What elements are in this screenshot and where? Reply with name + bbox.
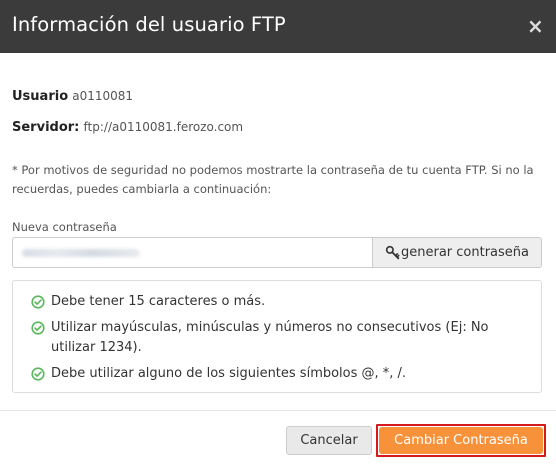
new-password-label: Nueva contraseña — [12, 220, 117, 234]
password-rule-text: Debe utilizar alguno de los siguientes s… — [51, 366, 407, 381]
security-note: * Por motivos de seguridad no podemos mo… — [12, 163, 534, 196]
cancel-button[interactable]: Cancelar — [286, 426, 372, 455]
password-rules-box: Debe tener 15 caracteres o más. Utilizar… — [12, 280, 542, 393]
password-blurred-value — [22, 249, 140, 257]
user-row: Usuario a0110081 — [12, 89, 133, 104]
modal-title: Información del usuario FTP — [12, 13, 286, 36]
check-circle-icon — [31, 367, 45, 381]
password-rule-text: Debe tener 15 caracteres o más. — [51, 294, 266, 309]
password-rule: Debe utilizar alguno de los siguientes s… — [31, 364, 531, 384]
check-circle-icon — [31, 321, 45, 335]
server-row: Servidor: ftp://a0110081.ferozo.com — [12, 120, 243, 135]
password-rule: Utilizar mayúsculas, minúsculas y número… — [31, 318, 531, 358]
server-value: ftp://a0110081.ferozo.com — [83, 120, 244, 134]
check-circle-icon — [31, 295, 45, 309]
generate-password-button[interactable]: generar contraseña — [372, 237, 542, 268]
footer-divider — [0, 410, 556, 411]
change-password-button[interactable]: Cambiar Contraseña — [379, 427, 543, 454]
ftp-user-info-modal: Información del usuario FTP × Usuario a0… — [0, 0, 556, 466]
key-icon — [385, 245, 400, 260]
password-rule: Debe tener 15 caracteres o más. — [31, 292, 531, 312]
close-icon[interactable]: × — [527, 16, 544, 36]
user-value: a0110081 — [72, 89, 134, 103]
user-label: Usuario — [12, 89, 69, 104]
modal-header: Información del usuario FTP × — [0, 0, 556, 53]
server-label: Servidor: — [12, 120, 80, 135]
generate-password-label: generar contraseña — [400, 245, 529, 260]
password-rule-text: Utilizar mayúsculas, minúsculas y número… — [51, 320, 489, 355]
